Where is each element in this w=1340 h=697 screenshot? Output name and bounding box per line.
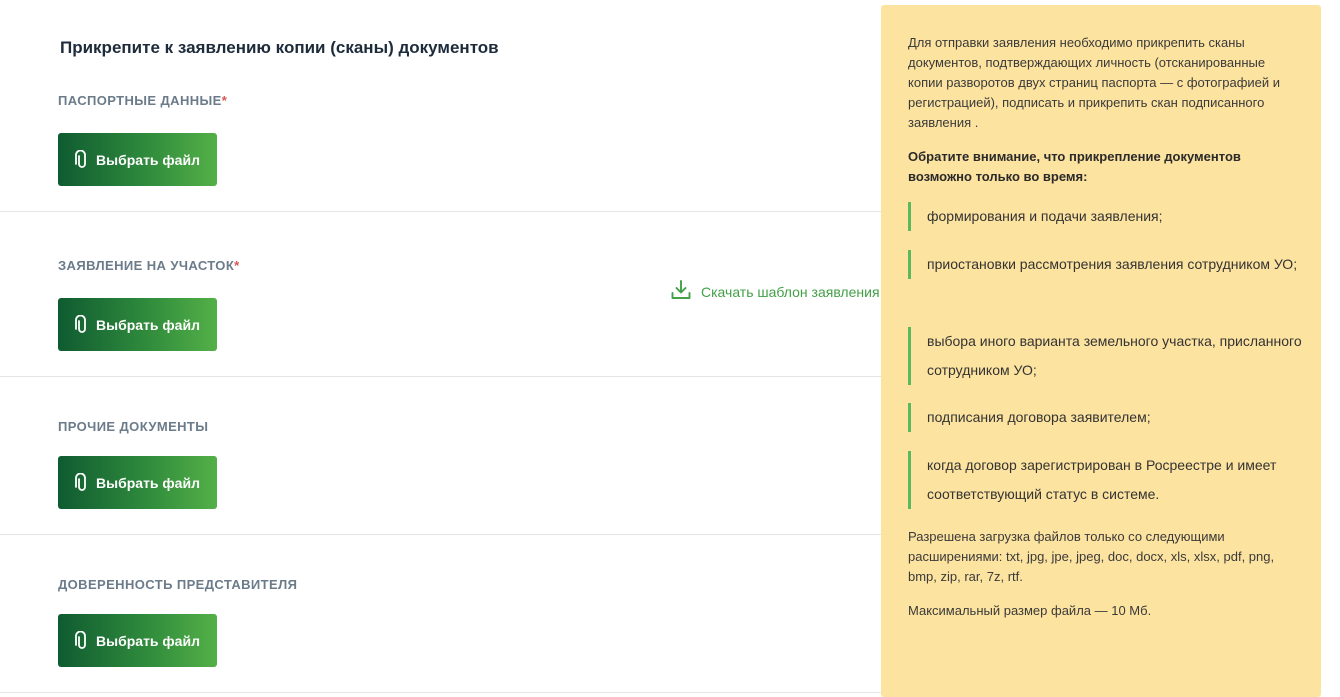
download-template-link[interactable]: Скачать шаблон заявления [670,279,880,304]
section-divider [0,376,881,377]
info-panel: Для отправки заявления необходимо прикре… [881,5,1321,697]
choose-file-button-power-of-attorney[interactable]: Выбрать файл [58,614,217,667]
choose-file-button-other[interactable]: Выбрать файл [58,456,217,509]
info-bullet-item: приостановки рассмотрения заявления сотр… [908,250,1303,279]
choose-file-label: Выбрать файл [96,474,200,491]
section-label-passport: ПАСПОРТНЫЕ ДАННЫЕ* [58,93,228,108]
info-bullet-item: формирования и подачи заявления; [908,202,1303,231]
info-bullet-item: подписания договора заявителем; [908,403,1303,432]
section-divider [0,211,881,212]
section-divider [0,534,881,535]
choose-file-button-passport[interactable]: Выбрать файл [58,133,217,186]
choose-file-label: Выбрать файл [96,632,200,649]
download-template-label: Скачать шаблон заявления [701,283,880,300]
paperclip-icon [75,149,89,170]
info-intro: Для отправки заявления необходимо прикре… [908,35,1281,130]
info-extensions: Разрешена загрузка файлов только со след… [908,529,1275,584]
required-mark: * [221,93,228,108]
info-max-size: Максимальный размер файла — 10 Мб. [908,603,1152,618]
choose-file-label: Выбрать файл [96,316,200,333]
info-bullet-item: выбора иного варианта земельного участка… [908,327,1303,385]
page-title: Прикрепите к заявлению копии (сканы) док… [60,38,499,57]
paperclip-icon [75,630,89,651]
section-label-application: ЗАЯВЛЕНИЕ НА УЧАСТОК* [58,258,240,273]
section-label-other-documents: ПРОЧИЕ ДОКУМЕНТЫ [58,419,209,434]
info-bullet-item: когда договор зарегистрирован в Росреест… [908,451,1303,509]
paperclip-icon [75,472,89,493]
choose-file-button-application[interactable]: Выбрать файл [58,298,217,351]
paperclip-icon [75,314,89,335]
upload-form: Прикрепите к заявлению копии (сканы) док… [0,0,881,697]
choose-file-label: Выбрать файл [96,151,200,168]
info-attention: Обратите внимание, что прикрепление доку… [908,149,1241,184]
section-divider [0,692,881,693]
required-mark: * [234,258,240,273]
download-icon [670,279,692,304]
section-label-power-of-attorney: ДОВЕРЕННОСТЬ ПРЕДСТАВИТЕЛЯ [58,577,298,592]
